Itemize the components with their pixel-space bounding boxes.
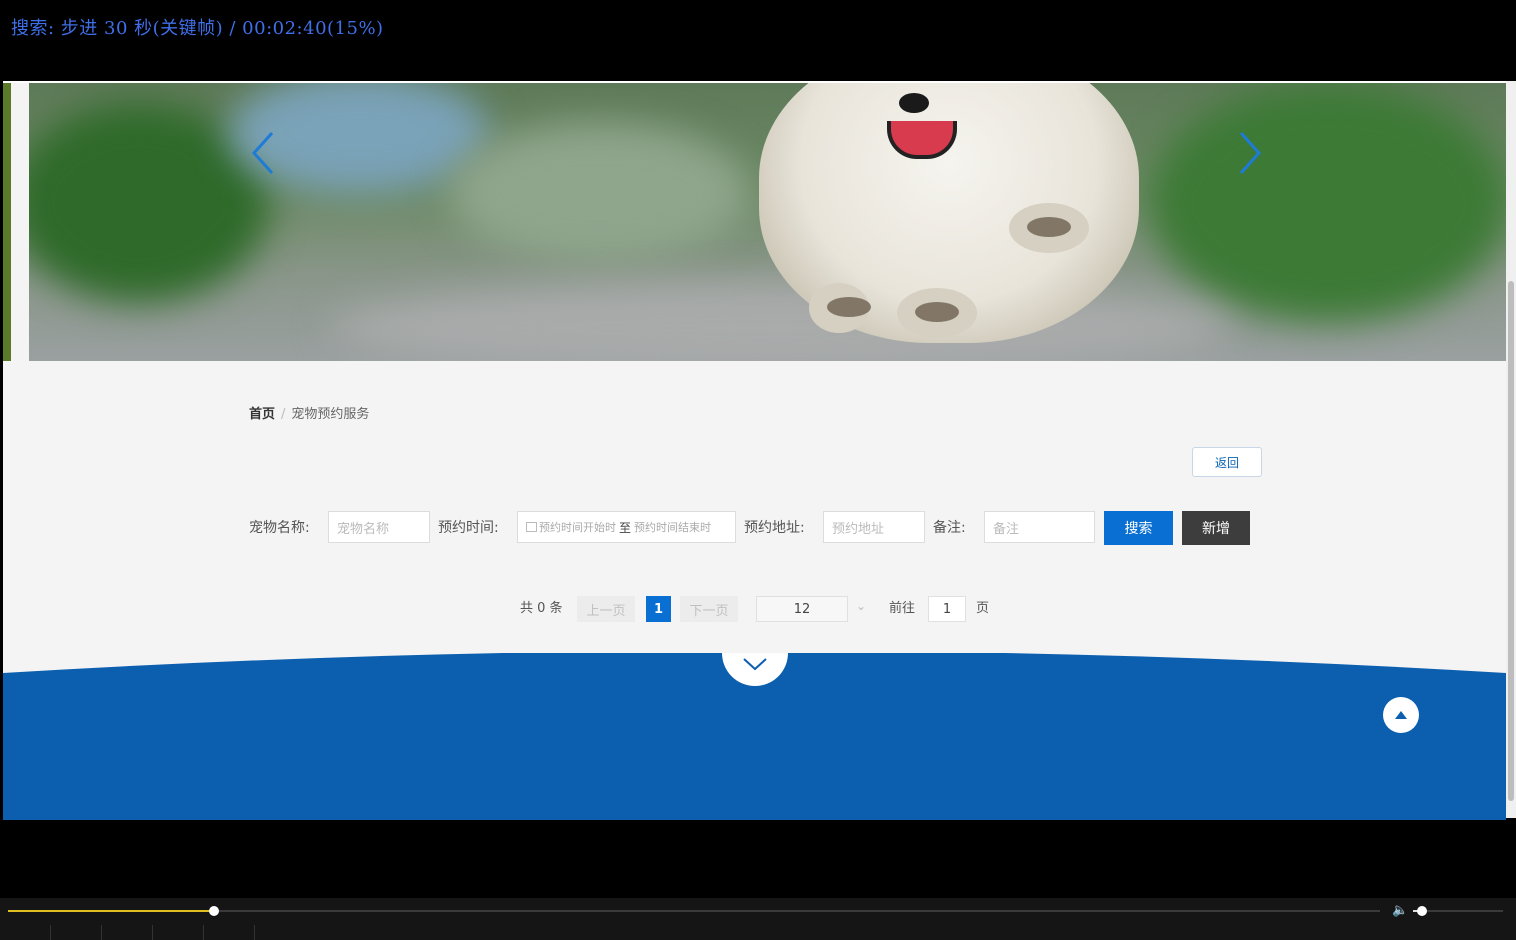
current-page-button[interactable]: 1 bbox=[646, 596, 671, 622]
breadcrumb-current: 宠物预约服务 bbox=[291, 407, 370, 422]
pet-name-input[interactable]: 宠物名称 bbox=[328, 511, 430, 543]
back-button[interactable]: 返回 bbox=[1192, 447, 1262, 477]
chevron-left-icon[interactable] bbox=[244, 123, 284, 183]
volume-slider[interactable] bbox=[1413, 906, 1503, 916]
pet-name-label: 宠物名称: bbox=[249, 520, 310, 536]
caret-up-icon bbox=[1395, 711, 1407, 719]
breadcrumb: 首页 / 宠物预约服务 bbox=[249, 403, 369, 422]
scrollbar-thumb[interactable] bbox=[1508, 281, 1514, 801]
scroll-to-top-button[interactable] bbox=[1383, 697, 1419, 733]
page-scrollbar[interactable] bbox=[1506, 81, 1516, 818]
goto-suffix: 页 bbox=[976, 601, 990, 616]
time-start-input[interactable]: 预约时间开始时 bbox=[539, 519, 616, 535]
add-button[interactable]: 新增 bbox=[1182, 511, 1250, 545]
breadcrumb-separator: / bbox=[281, 407, 286, 422]
page-size-select[interactable]: 12 bbox=[756, 596, 848, 622]
player-toolbar bbox=[0, 925, 255, 940]
note-label: 备注: bbox=[933, 520, 966, 536]
volume-handle[interactable] bbox=[1417, 906, 1427, 916]
appointment-time-range[interactable]: 预约时间开始时至预约时间结束时 bbox=[517, 511, 736, 543]
seek-handle[interactable] bbox=[208, 906, 219, 916]
footer-wave bbox=[3, 653, 1506, 820]
seek-progress bbox=[8, 910, 214, 912]
left-accent-bar bbox=[3, 83, 11, 361]
toolbar-slot[interactable] bbox=[102, 925, 153, 940]
pagination-total: 共 0 条 bbox=[520, 601, 563, 616]
toolbar-slot[interactable] bbox=[51, 925, 102, 940]
chevron-right-icon[interactable] bbox=[1229, 123, 1269, 183]
web-page: 首页 / 宠物预约服务 返回 宠物名称: 宠物名称 预约时间: 预约时间开始时至预约… bbox=[3, 81, 1506, 820]
seek-bar[interactable] bbox=[8, 906, 1380, 916]
player-controls: 🔈 bbox=[0, 898, 1516, 940]
address-input[interactable]: 预约地址 bbox=[823, 511, 925, 543]
prev-page-button[interactable]: 上一页 bbox=[577, 596, 635, 622]
goto-prefix: 前往 bbox=[889, 601, 916, 616]
time-end-input[interactable]: 预约时间结束时 bbox=[634, 519, 711, 535]
toolbar-slot[interactable] bbox=[0, 925, 51, 940]
breadcrumb-home[interactable]: 首页 bbox=[249, 407, 275, 422]
next-page-button[interactable]: 下一页 bbox=[680, 596, 738, 622]
goto-page-input[interactable]: 1 bbox=[928, 596, 966, 622]
player-osd-text: 搜索: 步进 30 秒(关键帧) / 00:02:40(15%) bbox=[11, 18, 384, 39]
toolbar-slot[interactable] bbox=[153, 925, 204, 940]
banner-carousel bbox=[29, 83, 1506, 361]
toolbar-slot[interactable] bbox=[204, 925, 255, 940]
volume-icon[interactable]: 🔈 bbox=[1392, 903, 1408, 918]
address-label: 预约地址: bbox=[744, 520, 805, 536]
time-range-separator: 至 bbox=[619, 520, 632, 535]
calendar-icon bbox=[526, 522, 537, 532]
chevron-down-icon: ⌄ bbox=[856, 599, 867, 613]
search-button[interactable]: 搜索 bbox=[1104, 511, 1173, 545]
appointment-time-label: 预约时间: bbox=[438, 520, 499, 536]
note-input[interactable]: 备注 bbox=[984, 511, 1095, 543]
